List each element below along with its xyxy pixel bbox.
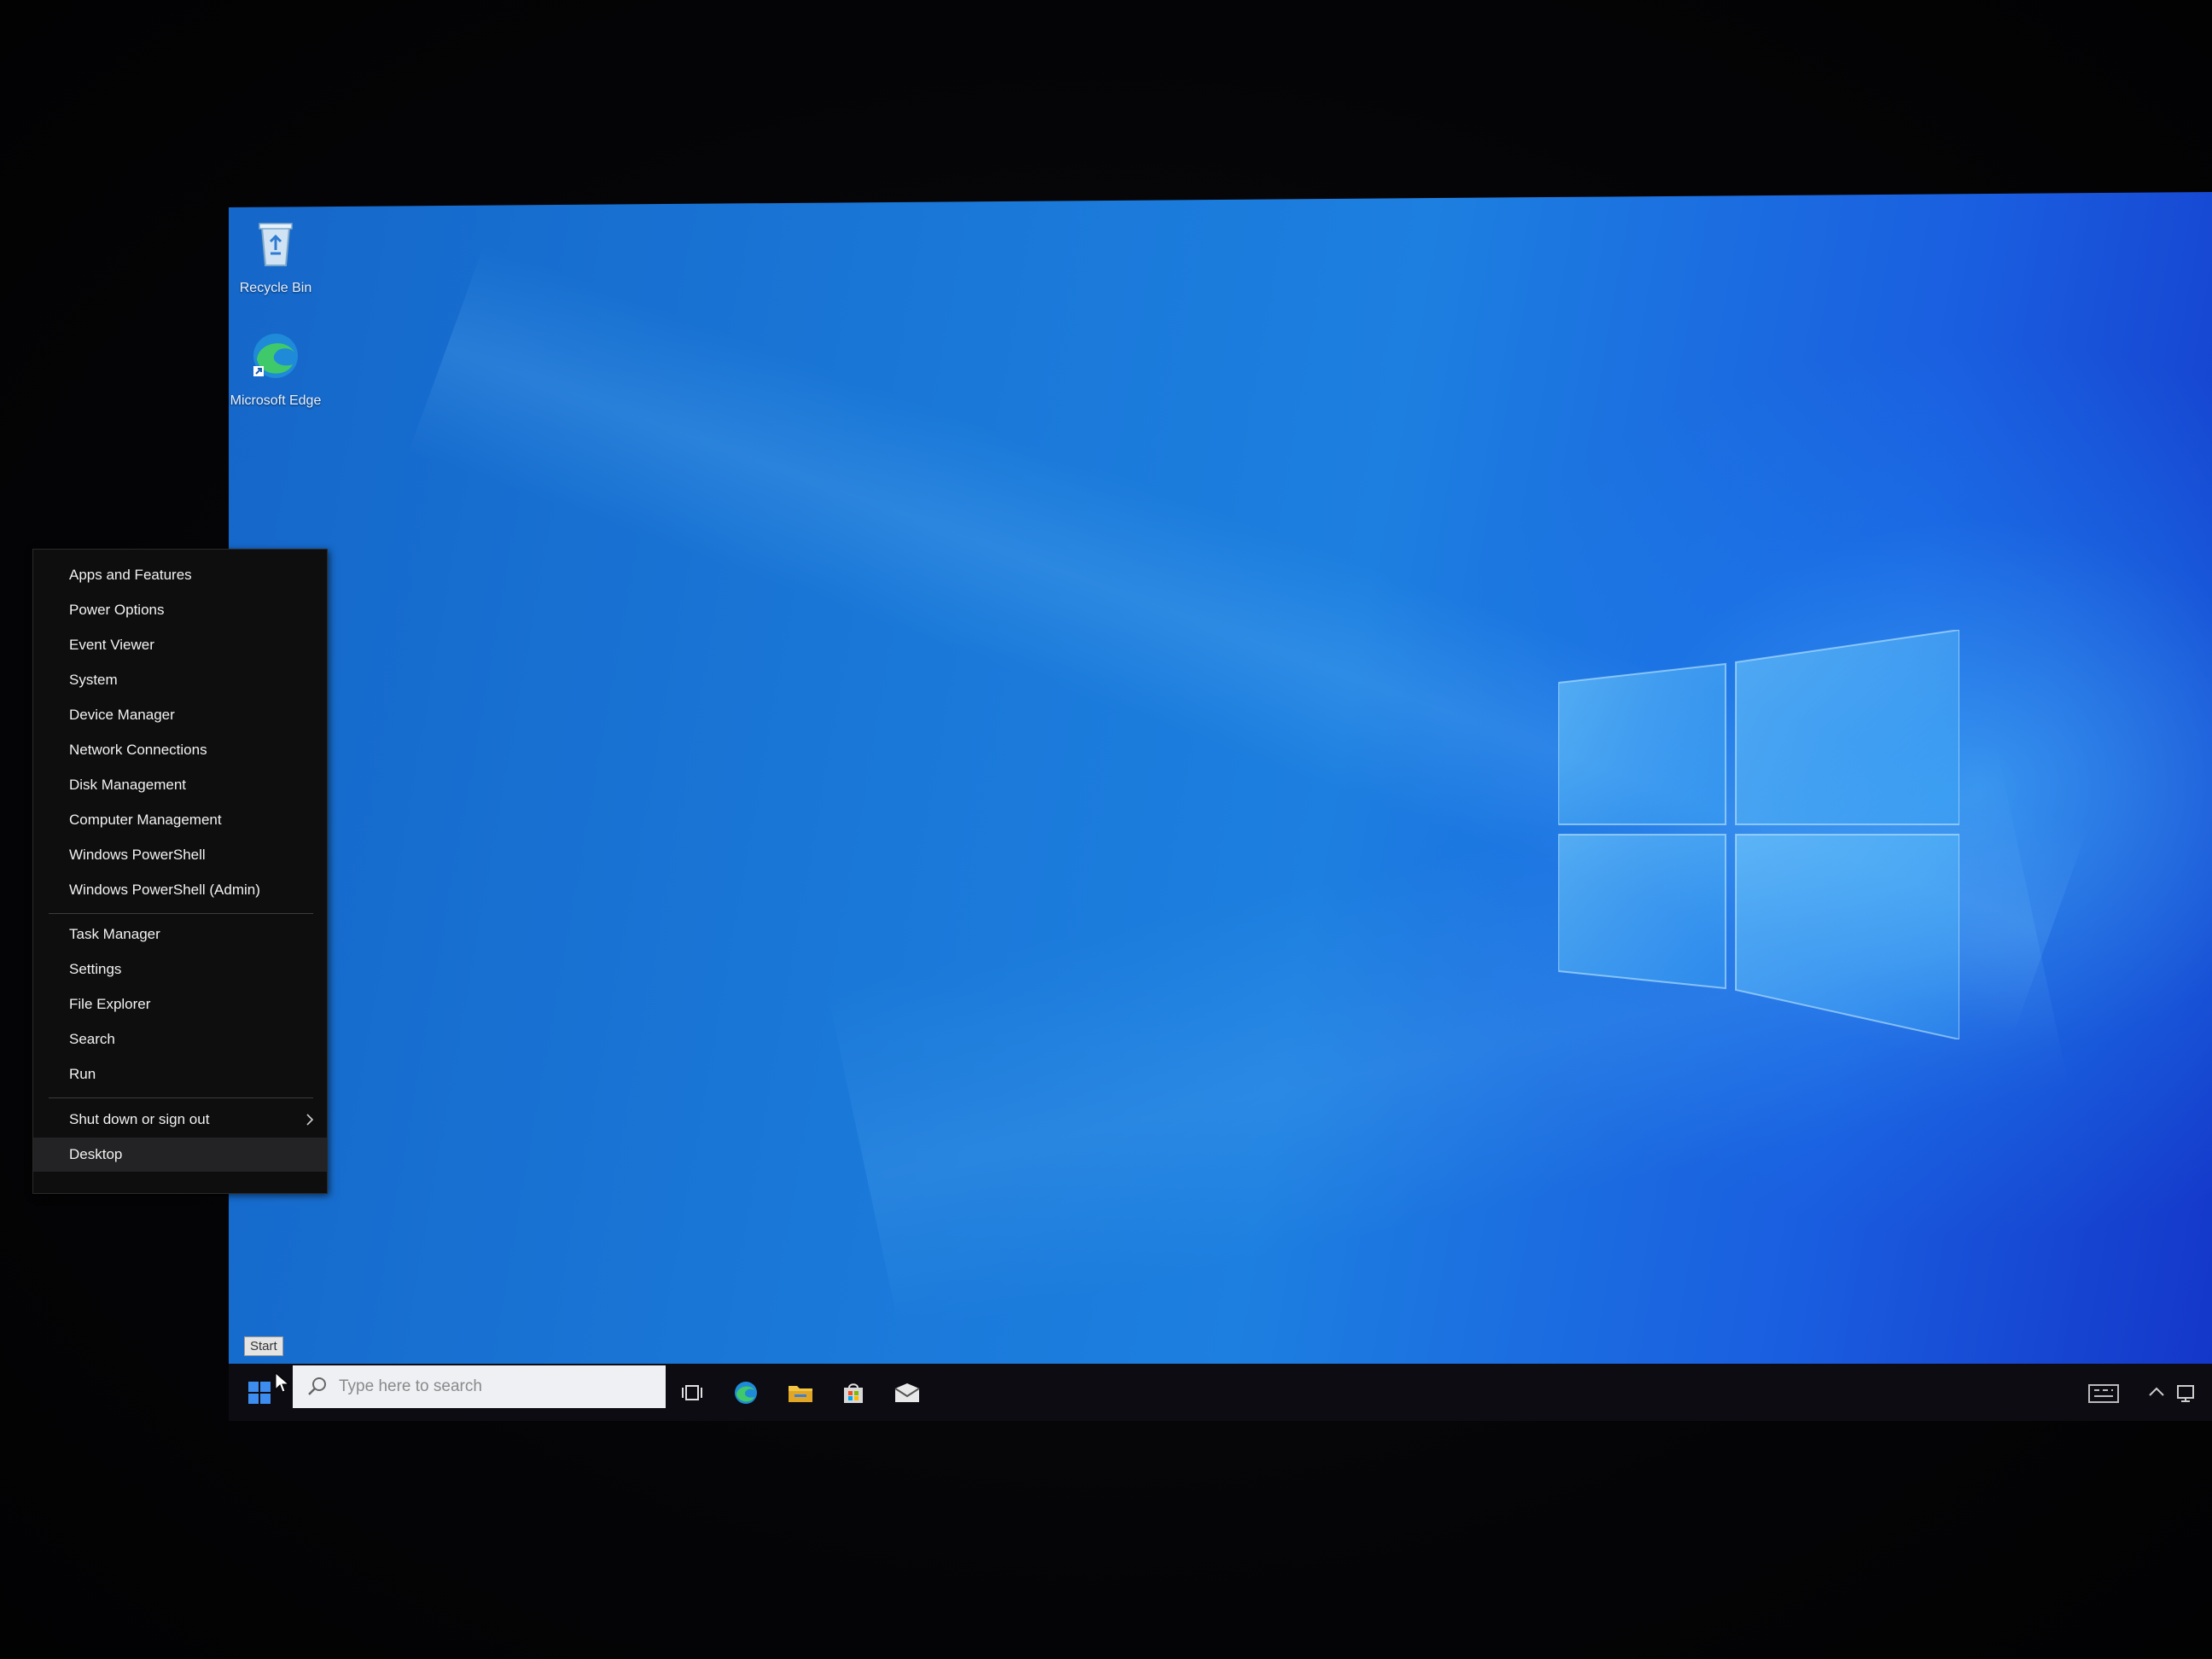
menu-separator	[49, 1097, 313, 1098]
search-input[interactable]	[337, 1377, 648, 1397]
taskbar-file-explorer-button[interactable]	[783, 1376, 818, 1410]
menu-item-computer-management[interactable]: Computer Management	[33, 803, 327, 837]
menu-item-label: Shut down or sign out	[69, 1111, 210, 1127]
network-icon[interactable]	[2173, 1381, 2198, 1406]
photo-frame: Recycle Bin Microsoft Edge Type here to …	[0, 0, 2212, 1659]
desktop-icon-microsoft-edge[interactable]: Microsoft Edge	[229, 329, 323, 409]
desktop-icon-recycle-bin[interactable]: Recycle Bin	[229, 216, 323, 296]
recycle-bin-icon	[259, 223, 293, 266]
search-icon	[308, 1377, 326, 1395]
menu-item-search[interactable]: Search	[33, 1022, 327, 1057]
mouse-cursor-icon	[275, 1372, 290, 1393]
menu-item-desktop[interactable]: Desktop	[33, 1138, 327, 1172]
menu-item-network-connections[interactable]: Network Connections	[33, 733, 327, 767]
menu-item-settings[interactable]: Settings	[33, 952, 327, 987]
windows-logo-wallpaper	[1558, 630, 1959, 1039]
edge-icon	[253, 334, 298, 378]
menu-item-disk-management[interactable]: Disk Management	[33, 768, 327, 802]
menu-item-run[interactable]: Run	[33, 1057, 327, 1091]
desktop-icon-label: Microsoft Edge	[230, 393, 322, 408]
keyboard-ime-icon[interactable]	[2087, 1381, 2122, 1406]
taskbar-mail-button[interactable]	[890, 1376, 924, 1410]
menu-item-event-viewer[interactable]: Event Viewer	[33, 628, 327, 662]
menu-separator	[49, 913, 313, 914]
start-button[interactable]	[241, 1374, 278, 1412]
taskbar-edge-button[interactable]	[729, 1376, 763, 1410]
chevron-up-icon[interactable]	[2145, 1379, 2168, 1405]
menu-item-task-manager[interactable]: Task Manager	[33, 917, 327, 952]
task-view-button[interactable]	[675, 1376, 709, 1410]
menu-item-shut-down-or-sign-out[interactable]: Shut down or sign out	[33, 1103, 327, 1137]
windows-start-icon	[248, 1382, 271, 1404]
power-user-menu: Apps and Features Power Options Event Vi…	[32, 549, 328, 1194]
store-icon	[844, 1383, 863, 1403]
desktop-screen: Recycle Bin Microsoft Edge Type here to …	[229, 192, 2212, 1421]
menu-item-apps-and-features[interactable]: Apps and Features	[33, 558, 327, 592]
taskbar	[229, 1364, 2212, 1421]
menu-item-device-manager[interactable]: Device Manager	[33, 698, 327, 732]
menu-item-system[interactable]: System	[33, 663, 327, 697]
desktop-icon-label: Recycle Bin	[239, 281, 312, 295]
taskbar-search-box[interactable]	[293, 1365, 666, 1408]
task-view-icon	[682, 1385, 702, 1400]
menu-item-windows-powershell-admin[interactable]: Windows PowerShell (Admin)	[33, 873, 327, 907]
edge-icon	[735, 1382, 757, 1404]
menu-item-file-explorer[interactable]: File Explorer	[33, 987, 327, 1022]
taskbar-store-button[interactable]	[836, 1376, 870, 1410]
menu-item-windows-powershell[interactable]: Windows PowerShell	[33, 838, 327, 872]
mail-icon	[894, 1383, 920, 1402]
start-tooltip: Start	[244, 1336, 283, 1356]
file-explorer-icon	[789, 1386, 812, 1402]
chevron-right-icon	[303, 1103, 317, 1137]
menu-item-power-options[interactable]: Power Options	[33, 593, 327, 627]
